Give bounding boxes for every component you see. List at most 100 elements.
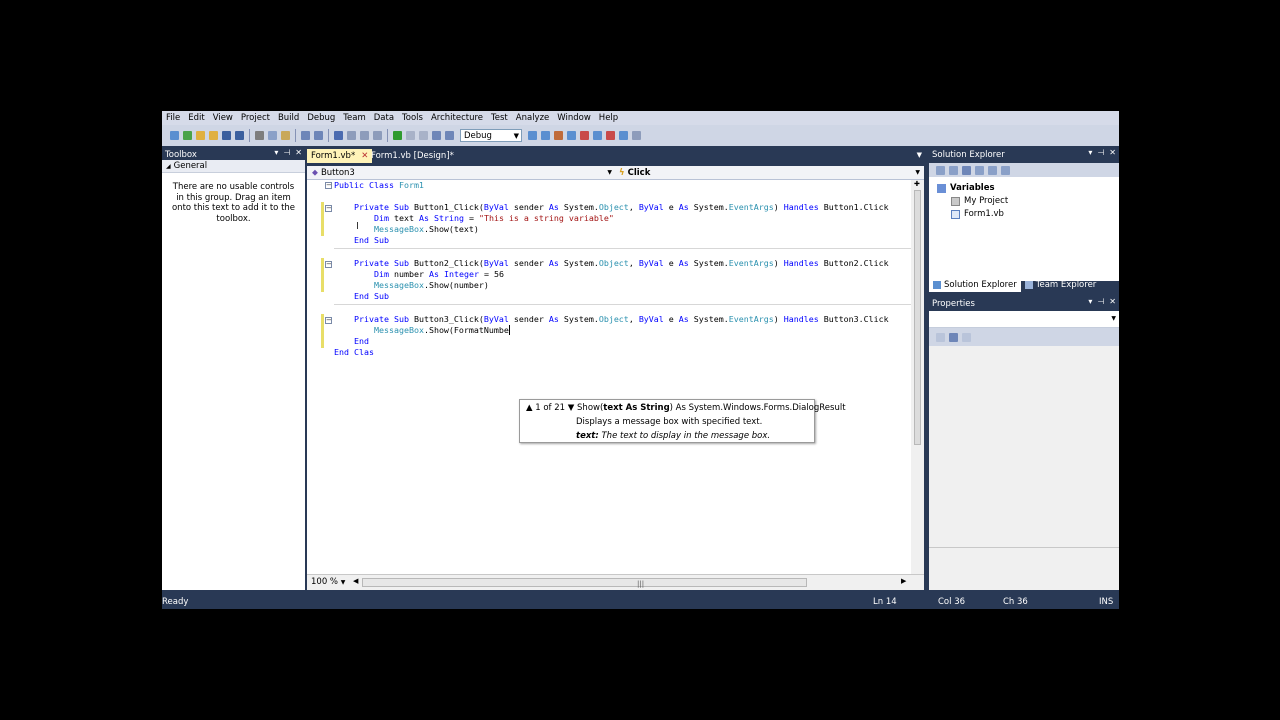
change-indicator <box>321 202 324 236</box>
tree-item-project[interactable]: Variables <box>937 183 995 193</box>
scroll-left-icon[interactable]: ◀ <box>353 577 358 585</box>
chevron-down-icon[interactable]: ▼ <box>917 151 922 159</box>
code-line-8: Private Sub Button2_Click(ByVal sender A… <box>354 258 889 268</box>
comment-icon[interactable] <box>301 131 310 140</box>
method-name-select[interactable]: ϟ Click ▼ <box>616 167 922 178</box>
menu-architecture[interactable]: Architecture <box>427 113 487 123</box>
scrollbar-thumb[interactable] <box>914 190 921 445</box>
menu-file[interactable]: File <box>162 113 184 123</box>
zoom-level[interactable]: 100 % ▼ <box>311 577 345 587</box>
save-icon[interactable] <box>222 131 231 140</box>
property-description <box>929 547 1119 590</box>
tab-solution-explorer[interactable]: Solution Explorer <box>929 278 1021 292</box>
scroll-right-icon[interactable]: ▶ <box>901 577 906 585</box>
class-diagram-icon[interactable] <box>1001 165 1010 175</box>
object-browser-icon[interactable] <box>567 131 576 140</box>
close-icon[interactable]: ✕ <box>1109 148 1116 157</box>
toolbox-group-general[interactable]: ◢ General <box>162 160 305 173</box>
horizontal-scrollbar-thumb[interactable]: ||| <box>362 578 807 588</box>
window-menu-icon[interactable]: ▾ <box>274 148 278 157</box>
redo-icon[interactable] <box>347 131 356 140</box>
navigate-forward-icon[interactable] <box>373 131 382 140</box>
show-all-files-icon[interactable] <box>949 165 958 175</box>
tree-item-form1-vb[interactable]: Form1.vb <box>951 209 1004 219</box>
paste-icon[interactable] <box>281 131 290 140</box>
menu-help[interactable]: Help <box>595 113 622 123</box>
find-in-files-icon[interactable] <box>528 131 537 140</box>
new-project-icon[interactable] <box>170 131 179 140</box>
pause-icon[interactable] <box>406 131 415 140</box>
properties-icon[interactable] <box>936 165 945 175</box>
menu-debug[interactable]: Debug <box>303 113 339 123</box>
change-indicator <box>321 314 324 348</box>
menu-view[interactable]: View <box>209 113 237 123</box>
menu-tools[interactable]: Tools <box>398 113 427 123</box>
menu-team[interactable]: Team <box>339 113 369 123</box>
view-designer-icon[interactable] <box>988 165 997 175</box>
pin-icon[interactable]: ⊣ <box>283 148 290 157</box>
extension-manager-icon[interactable] <box>606 131 615 140</box>
properties-window-icon[interactable] <box>554 131 563 140</box>
tab-team-explorer[interactable]: Team Explorer <box>1021 278 1101 292</box>
toolbar-options-icon[interactable] <box>632 131 641 140</box>
window-menu-icon[interactable]: ▾ <box>1088 297 1092 306</box>
menu-data[interactable]: Data <box>370 113 398 123</box>
change-indicator <box>321 258 324 292</box>
tab-form1-design[interactable]: Form1.vb [Design]* <box>367 149 458 163</box>
uncomment-icon[interactable] <box>314 131 323 140</box>
menu-project[interactable]: Project <box>237 113 274 123</box>
my-project-icon <box>951 196 960 206</box>
menu-test[interactable]: Test <box>487 113 512 123</box>
cut-icon[interactable] <box>255 131 264 140</box>
overload-up-icon[interactable]: ▲ <box>526 403 533 413</box>
class-name-select[interactable]: ⬥ Button3 ▼ <box>309 167 614 178</box>
tab-form1-vb[interactable]: Form1.vb* ✕ <box>307 149 373 163</box>
code-area[interactable]: − − − − I Public Class Form1 Private Sub… <box>307 180 911 574</box>
solution-configuration-select[interactable]: Debug ▼ <box>460 129 522 142</box>
code-line-14: MessageBox.Show(FormatNumbe <box>374 325 510 335</box>
outline-collapse-icon[interactable]: − <box>325 182 332 189</box>
window-menu-icon[interactable]: ▾ <box>1088 148 1092 157</box>
navigate-back-icon[interactable] <box>360 131 369 140</box>
menu-edit[interactable]: Edit <box>184 113 208 123</box>
code-line-4: Dim text As String = "This is a string v… <box>374 213 614 223</box>
open-file-icon[interactable] <box>196 131 205 140</box>
overload-down-icon[interactable]: ▼ <box>568 403 575 413</box>
close-icon[interactable]: ✕ <box>1109 297 1116 306</box>
step-over-icon[interactable] <box>445 131 454 140</box>
categorized-icon[interactable] <box>936 332 945 342</box>
copy-icon[interactable] <box>268 131 277 140</box>
open-folder-icon[interactable] <box>209 131 218 140</box>
split-icon[interactable]: ✚ <box>914 180 920 188</box>
pin-icon[interactable]: ⊣ <box>1097 148 1104 157</box>
tree-item-label: Form1.vb <box>964 209 1004 219</box>
menu-window[interactable]: Window <box>553 113 595 123</box>
refresh-icon[interactable] <box>962 165 971 175</box>
close-icon[interactable]: ✕ <box>295 148 302 157</box>
outline-collapse-icon[interactable]: − <box>325 317 332 324</box>
menu-build[interactable]: Build <box>274 113 303 123</box>
object-selector[interactable]: ▼ <box>929 311 1119 328</box>
toolbox-icon[interactable] <box>580 131 589 140</box>
chevron-down-icon: ▼ <box>915 169 920 176</box>
add-item-icon[interactable] <box>183 131 192 140</box>
outline-collapse-icon[interactable]: − <box>325 205 332 212</box>
tree-item-label: My Project <box>964 196 1009 206</box>
outline-collapse-icon[interactable]: − <box>325 261 332 268</box>
undo-icon[interactable] <box>334 131 343 140</box>
step-into-icon[interactable] <box>432 131 441 140</box>
pin-icon[interactable]: ⊣ <box>1097 297 1104 306</box>
stop-icon[interactable] <box>419 131 428 140</box>
start-debugging-icon[interactable] <box>393 131 402 140</box>
alphabetical-icon[interactable] <box>949 332 958 342</box>
command-window-icon[interactable] <box>619 131 628 140</box>
view-code-icon[interactable] <box>975 165 984 175</box>
property-pages-icon[interactable] <box>962 332 971 342</box>
start-page-icon[interactable] <box>593 131 602 140</box>
vertical-scrollbar[interactable]: ✚ <box>911 180 924 574</box>
solution-explorer-icon[interactable] <box>541 131 550 140</box>
tree-item-my-project[interactable]: My Project <box>951 196 1008 206</box>
menu-analyze[interactable]: Analyze <box>512 113 554 123</box>
param-description: The text to display in the message box. <box>601 431 771 441</box>
save-all-icon[interactable] <box>235 131 244 140</box>
